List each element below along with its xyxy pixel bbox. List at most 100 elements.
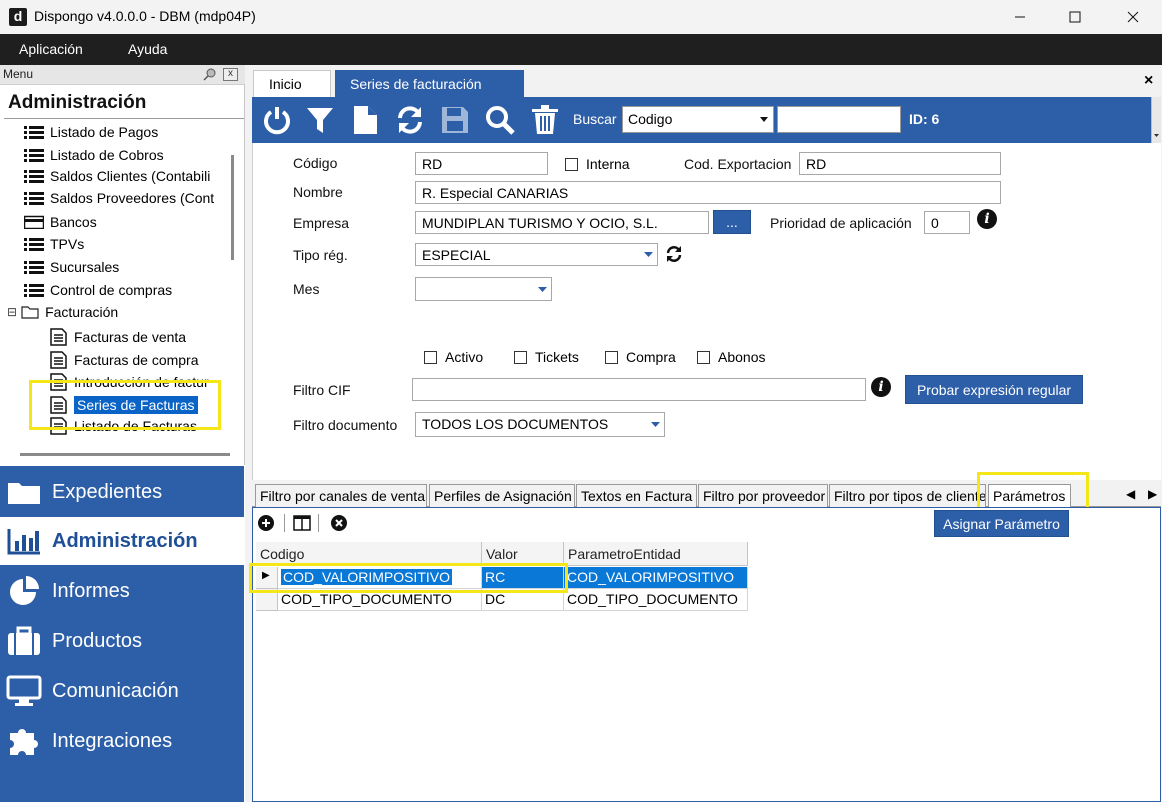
- cod-exportacion-field[interactable]: RD: [799, 152, 1001, 175]
- buscar-field-select[interactable]: Codigo: [622, 106, 774, 133]
- filtro-documento-select[interactable]: TODOS LOS DOCUMENTOS: [415, 412, 665, 437]
- select-value: Codigo: [628, 111, 673, 127]
- new-document-icon[interactable]: [348, 103, 382, 137]
- prioridad-label: Prioridad de aplicación: [770, 215, 912, 231]
- list-icon: [24, 170, 44, 183]
- nav-integraciones[interactable]: Integraciones: [0, 717, 244, 765]
- tree-item-facturas-venta[interactable]: Facturas de venta: [48, 326, 186, 348]
- power-icon[interactable]: [260, 103, 294, 137]
- info-icon[interactable]: i: [977, 209, 997, 229]
- maximize-button[interactable]: [1050, 0, 1100, 34]
- list-icon: [24, 284, 44, 297]
- filter-icon[interactable]: [303, 103, 337, 137]
- nav-expedientes[interactable]: Expedientes: [0, 468, 244, 516]
- menu-aplicacion[interactable]: Aplicación: [19, 41, 83, 57]
- window-title: Dispongo v4.0.0.0 - DBM (mdp04P): [34, 8, 256, 24]
- filtro-cif-field[interactable]: [412, 378, 866, 401]
- interna-checkbox[interactable]: Interna: [565, 156, 630, 172]
- tree-item-facturas-compra[interactable]: Facturas de compra: [48, 349, 199, 371]
- info-icon[interactable]: i: [871, 377, 891, 397]
- toolbar-scrollbar[interactable]: [1151, 97, 1161, 143]
- tree-item-label: Bancos: [50, 214, 97, 230]
- tipo-reg-select[interactable]: ESPECIAL: [415, 243, 658, 266]
- select-value: TODOS LOS DOCUMENTOS: [422, 416, 609, 432]
- table-cell-parametro-entidad[interactable]: COD_VALORIMPOSITIVO: [564, 567, 748, 589]
- probar-expresion-button[interactable]: Probar expresión regular: [905, 375, 1083, 404]
- buscar-input[interactable]: [777, 106, 901, 133]
- tab-inicio[interactable]: Inicio: [253, 70, 331, 97]
- tree-item-control-compras[interactable]: Control de compras: [24, 279, 172, 301]
- empresa-field[interactable]: MUNDIPLAN TURISMO Y OCIO, S.L.: [415, 211, 709, 234]
- tree-item-listado-cobros[interactable]: Listado de Cobros: [24, 144, 164, 166]
- codigo-label: Código: [293, 155, 338, 171]
- nav-productos[interactable]: Productos: [0, 617, 244, 665]
- card-icon: [24, 215, 44, 229]
- dropdown-arrow-icon: [646, 413, 664, 436]
- mes-select[interactable]: [415, 277, 552, 301]
- tab-filtro-canales[interactable]: Filtro por canales de venta: [255, 484, 427, 507]
- annotation-highlight: [249, 563, 568, 593]
- tree-item-label: Sucursales: [50, 259, 120, 275]
- empresa-label: Empresa: [293, 215, 350, 231]
- close-window-button[interactable]: [1108, 0, 1158, 34]
- tab-series-facturacion[interactable]: Series de facturación: [335, 70, 524, 97]
- tab-filtro-tipos-cliente[interactable]: Filtro por tipos de cliente: [829, 484, 986, 507]
- columns-icon[interactable]: [292, 513, 312, 533]
- refresh-icon[interactable]: [665, 245, 685, 265]
- checkbox-label: Compra: [626, 349, 676, 365]
- nav-label: Expedientes: [52, 480, 163, 503]
- tree-item-label: Listado de Pagos: [50, 124, 159, 140]
- tabs-scroll-right-icon[interactable]: ▶: [1148, 487, 1157, 501]
- remove-row-icon[interactable]: [329, 513, 349, 533]
- save-icon[interactable]: [438, 103, 472, 137]
- dropdown-arrow-icon: [755, 107, 773, 132]
- checkbox-label: Abonos: [718, 349, 766, 365]
- briefcase-icon: [6, 625, 42, 657]
- checkbox-box: [424, 350, 437, 364]
- tree-item-tpvs[interactable]: TPVs: [24, 233, 84, 255]
- collapse-icon[interactable]: ⊟: [7, 305, 17, 319]
- tree-item-listado-pagos[interactable]: Listado de Pagos: [24, 121, 158, 143]
- abonos-checkbox[interactable]: Abonos: [697, 349, 765, 365]
- menu-ayuda[interactable]: Ayuda: [128, 41, 167, 57]
- tickets-checkbox[interactable]: Tickets: [514, 349, 579, 365]
- close-document-button[interactable]: ×: [1144, 72, 1153, 90]
- tree-item-saldos-clientes[interactable]: Saldos Clientes (Contabili: [24, 165, 220, 187]
- tree-item-label: Facturas de compra: [74, 352, 199, 368]
- tab-textos-factura[interactable]: Textos en Factura: [576, 484, 697, 507]
- panel-close-icon[interactable]: x: [223, 68, 238, 81]
- select-value: ESPECIAL: [422, 247, 491, 263]
- search-icon[interactable]: [483, 103, 517, 137]
- nav-administracion[interactable]: Administración: [0, 517, 244, 565]
- table-cell-parametro-entidad[interactable]: COD_TIPO_DOCUMENTO: [564, 589, 748, 611]
- nav-informes[interactable]: Informes: [0, 567, 244, 615]
- tree-item-sucursales[interactable]: Sucursales: [24, 256, 119, 278]
- tree-item-facturacion[interactable]: ⊟ Facturación: [7, 301, 118, 323]
- list-icon: [24, 149, 44, 162]
- asignar-parametro-button[interactable]: Asignar Parámetro: [934, 510, 1069, 537]
- nombre-field[interactable]: R. Especial CANARIAS: [415, 181, 1001, 204]
- refresh-icon[interactable]: [393, 103, 427, 137]
- pin-icon[interactable]: [203, 67, 217, 81]
- checkbox-label: Interna: [586, 156, 630, 172]
- tab-filtro-proveedor[interactable]: Filtro por proveedor: [698, 484, 828, 507]
- empresa-browse-button[interactable]: ...: [713, 210, 751, 234]
- tree-horizontal-scrollbar[interactable]: [20, 453, 230, 456]
- tree-item-bancos[interactable]: Bancos: [24, 211, 97, 233]
- minimize-button[interactable]: [995, 0, 1045, 34]
- cod-exportacion-label: Cod. Exportacion: [684, 156, 792, 172]
- codigo-field[interactable]: RD: [415, 152, 548, 175]
- tree-vertical-scrollbar[interactable]: [231, 155, 234, 260]
- add-row-icon[interactable]: [256, 513, 276, 533]
- prioridad-field[interactable]: 0: [924, 211, 970, 234]
- tab-perfiles-asignacion[interactable]: Perfiles de Asignación: [429, 484, 575, 507]
- delete-icon[interactable]: [528, 103, 562, 137]
- tabs-scroll-left-icon[interactable]: ◀: [1126, 487, 1135, 501]
- panel-header: Administración: [8, 92, 147, 113]
- tree-item-saldos-proveedores[interactable]: Saldos Proveedores (Cont: [24, 187, 220, 209]
- activo-checkbox[interactable]: Activo: [424, 349, 483, 365]
- list-icon: [24, 261, 44, 274]
- column-header-parametro-entidad[interactable]: ParametroEntidad: [564, 542, 748, 566]
- nav-comunicacion[interactable]: Comunicación: [0, 667, 244, 715]
- compra-checkbox[interactable]: Compra: [605, 349, 676, 365]
